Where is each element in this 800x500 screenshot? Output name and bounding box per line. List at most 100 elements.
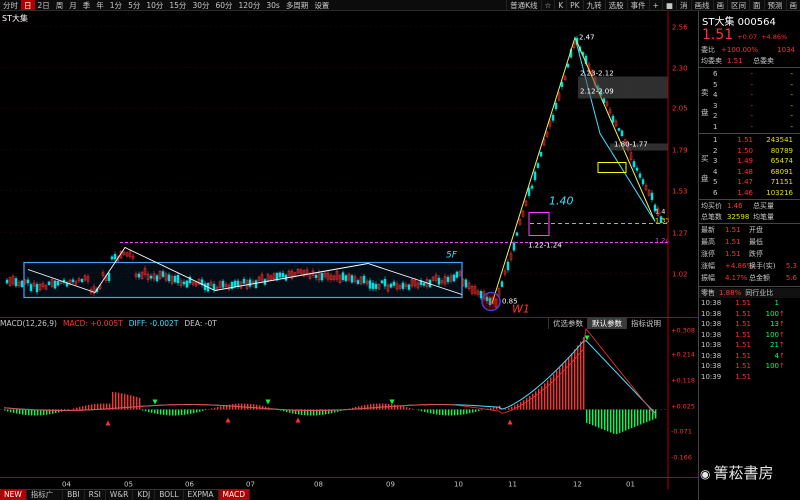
stat-row: 最新 1.51 开盘 bbox=[701, 226, 763, 234]
toolbar-tool[interactable]: 区间 bbox=[727, 0, 749, 10]
price-tag: 1.4 bbox=[655, 208, 665, 216]
tab-default-params[interactable]: 默认参数 bbox=[587, 318, 626, 329]
period-tab[interactable]: 周 bbox=[53, 0, 67, 10]
macd-histogram bbox=[4, 337, 657, 435]
macd-title: MACD(12,26,9) bbox=[0, 319, 57, 328]
order-book-row: 5 1.47 71151 bbox=[713, 178, 793, 186]
period-tab[interactable]: 日 bbox=[21, 0, 35, 10]
price-tag: 1.33 bbox=[655, 217, 669, 225]
toolbar-tool[interactable]: 预测 bbox=[763, 0, 786, 10]
order-book-row: 2-- bbox=[713, 112, 793, 120]
indicator-tab[interactable]: RSI bbox=[85, 490, 106, 500]
toolbar-tool[interactable]: 事件 bbox=[626, 0, 649, 10]
indicator-tab[interactable]: MACD bbox=[218, 490, 250, 500]
breakout-box bbox=[528, 212, 550, 236]
toolbar-tool[interactable]: K bbox=[554, 0, 566, 10]
toolbar-tool[interactable]: 普通K线 bbox=[506, 0, 540, 10]
period-tab[interactable]: 2日 bbox=[35, 0, 53, 10]
toolbar-tool[interactable]: + bbox=[648, 0, 662, 10]
period-tab[interactable]: 1分 bbox=[107, 0, 125, 10]
order-book-row: 2 1.50 80789 bbox=[713, 146, 793, 155]
indicator-tab[interactable]: KDJ bbox=[133, 490, 156, 500]
period-tab[interactable]: 分时 bbox=[0, 0, 21, 10]
trade-row: 10:39 1.51 bbox=[701, 372, 751, 381]
toolbar-tool[interactable]: ☆ bbox=[540, 0, 555, 10]
buy-book: 买盘 1 1.51 243541 2 1.50 80789 3 1.49 65474 4 1.48 6… bbox=[699, 135, 800, 198]
toolbar-tool[interactable]: 画 bbox=[712, 0, 728, 10]
trade-tab[interactable]: 同行业比 bbox=[745, 288, 773, 298]
toolbar-tool[interactable]: PK bbox=[566, 0, 582, 10]
toolbar-tool[interactable]: 消 bbox=[676, 0, 691, 10]
price-tick: 1.53 bbox=[672, 188, 688, 196]
kline-chart[interactable]: 2.47 2.23-2.12 2.12-2.09 1.80-1.77 1.22-… bbox=[0, 11, 698, 500]
period-tab[interactable]: 月 bbox=[66, 0, 80, 10]
order-book-row: 3 1.49 65474 bbox=[713, 157, 793, 165]
signal-arrow-icon bbox=[152, 399, 158, 405]
indicator-tab[interactable]: W&R bbox=[106, 490, 134, 500]
trade-tab[interactable]: 零售 bbox=[701, 288, 715, 298]
macd-header: MACD(12,26,9) MACD: +0.005T DIFF: -0.002… bbox=[0, 318, 223, 329]
sell-book: 卖盘 6-- 5-- 4-- 3-- 2-- 1-- bbox=[699, 69, 800, 132]
stock-title: ST大集 000564 bbox=[702, 17, 776, 28]
stat-row: 涨幅 +4.86% 换手(实) 5.3 bbox=[701, 262, 797, 270]
period-tab[interactable]: 季 bbox=[80, 0, 94, 10]
period-tab[interactable]: 10分 bbox=[143, 0, 166, 10]
trades-list: 10:38 1.51 1 10:38 1.51 100 ↑ 10:38 1.51 13 ↑ 10:38… bbox=[699, 298, 800, 382]
period-tab[interactable]: 30分 bbox=[189, 0, 212, 10]
period-tab[interactable]: 多周期 bbox=[283, 0, 312, 10]
price-tick: 1.27 bbox=[672, 230, 688, 238]
indicator-tab[interactable]: BBI bbox=[63, 490, 85, 500]
x-tick: 01 bbox=[626, 481, 635, 489]
x-tick: 10 bbox=[454, 481, 463, 489]
indicator-tab[interactable]: 指标广场 bbox=[27, 490, 64, 500]
order-book-row: 6-- bbox=[713, 70, 793, 78]
last-price: 1.51 bbox=[702, 27, 734, 43]
tab-indicator-help[interactable]: 指标说明 bbox=[626, 318, 665, 329]
stat-row: 振幅 4.17% 总金额 5.6 bbox=[701, 274, 797, 282]
macd-tick: +0.025 bbox=[671, 403, 695, 411]
toolbar-tool[interactable]: 九转 bbox=[582, 0, 605, 10]
dea-value: DEA: -0T bbox=[184, 319, 217, 328]
period-tab[interactable]: 设置 bbox=[311, 0, 332, 10]
period-tab[interactable]: 30s bbox=[263, 0, 282, 10]
period-tab[interactable]: 年 bbox=[93, 0, 107, 10]
trade-tab[interactable]: 1.88% bbox=[719, 288, 741, 298]
buy-label: 买盘 bbox=[701, 154, 709, 183]
period-tab[interactable]: 120分 bbox=[236, 0, 264, 10]
order-book-row: 3-- bbox=[713, 101, 793, 110]
tab-optimized-params[interactable]: 优选参数 bbox=[548, 318, 587, 329]
order-book-row: 1-- bbox=[713, 122, 793, 131]
period-tab[interactable]: 60分 bbox=[212, 0, 235, 10]
zone-label: 1.22-1.24 bbox=[528, 242, 562, 250]
chart-symbol: ST大集 bbox=[2, 14, 28, 23]
toolbar-tool[interactable]: 画 bbox=[785, 0, 800, 10]
price-tick: 2.05 bbox=[672, 105, 688, 113]
trade-row: 10:38 1.51 4 ↑ bbox=[701, 351, 785, 360]
indicator-tab[interactable]: NEW bbox=[0, 490, 27, 500]
signal-arrow-icon bbox=[225, 417, 231, 423]
indicator-tab[interactable]: EXPMA bbox=[184, 490, 219, 500]
x-tick: 04 bbox=[62, 481, 71, 489]
period-tab[interactable]: 5分 bbox=[125, 0, 143, 10]
period-tab[interactable]: 15分 bbox=[166, 0, 189, 10]
toolbar-tool[interactable]: 选股 bbox=[604, 0, 627, 10]
trade-row: 10:38 1.51 100 ↑ bbox=[701, 362, 785, 370]
toolbar-tool[interactable]: 面 bbox=[749, 0, 764, 10]
stat-row: 最高 1.51 最低 bbox=[701, 238, 763, 246]
indicator-tab[interactable]: BOLL bbox=[155, 490, 184, 500]
macd-value: MACD: +0.005T bbox=[62, 319, 123, 328]
toolbar-tool[interactable]: ■ bbox=[661, 0, 676, 10]
price-tag: 1.24 bbox=[655, 237, 669, 245]
toolbar-tool[interactable]: 画线 bbox=[690, 0, 713, 10]
w1-label: W1 bbox=[512, 303, 530, 316]
box-label: 5F bbox=[446, 251, 458, 261]
order-book-row: 4-- bbox=[713, 91, 793, 99]
x-tick: 11 bbox=[508, 481, 517, 489]
price-tick: 2.30 bbox=[672, 65, 688, 73]
x-tick: 07 bbox=[246, 481, 255, 489]
trade-row: 10:38 1.51 1 bbox=[701, 299, 779, 307]
signal-arrow-icon bbox=[265, 399, 271, 405]
period-toolbar: 分时日 2日周月季年 1分 5分 10分 15分 30分 60分 120分 30s 多周期 设置 普通… bbox=[0, 0, 800, 11]
x-tick: 09 bbox=[386, 481, 395, 489]
trades-tabs: 零售 1.88% 同行业比 bbox=[699, 288, 800, 298]
